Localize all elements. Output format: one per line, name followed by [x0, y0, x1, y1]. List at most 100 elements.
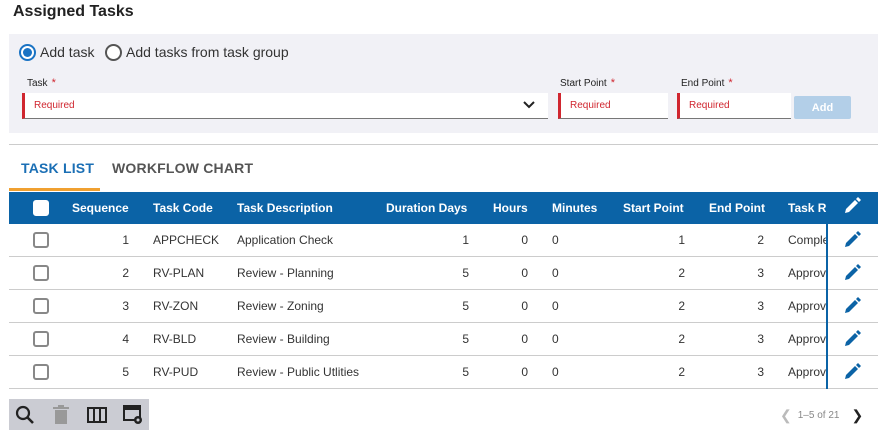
radio-selected-icon [19, 43, 36, 61]
cell-minutes: 0 [552, 266, 559, 280]
cell-hours: 0 [521, 233, 528, 247]
cell-task-result: Approv [788, 332, 826, 346]
end-point-label: End Point * [681, 77, 733, 89]
header-sequence[interactable]: Sequence [72, 201, 129, 215]
active-tab-indicator [9, 188, 100, 191]
cell-start-point: 1 [678, 233, 685, 247]
cell-end-point: 3 [757, 266, 764, 280]
cell-end-point: 3 [757, 299, 764, 313]
pagination: ❮ 1–5 of 21 ❯ [780, 407, 863, 424]
header-start-point[interactable]: Start Point [623, 201, 684, 215]
prev-page-icon[interactable]: ❮ [780, 407, 792, 424]
delete-icon [53, 405, 69, 424]
cell-start-point: 2 [678, 299, 685, 313]
radio-add-task-group[interactable]: Add tasks from task group [105, 42, 289, 62]
cell-task-result: Approv [788, 299, 826, 313]
task-label: Task * [27, 77, 56, 89]
cell-task-description: Review - Planning [237, 266, 334, 280]
cell-minutes: 0 [552, 365, 559, 379]
edit-icon[interactable] [842, 230, 862, 250]
cell-sequence: 4 [122, 332, 129, 346]
edit-icon[interactable] [842, 362, 862, 382]
cell-duration-days: 1 [462, 233, 469, 247]
cell-task-result: Comple [788, 233, 826, 247]
header-end-point[interactable]: End Point [709, 201, 765, 215]
header-task-description[interactable]: Task Description [237, 201, 333, 215]
page-title: Assigned Tasks [13, 3, 134, 20]
cell-duration-days: 5 [462, 332, 469, 346]
table-row[interactable]: 3 RV-ZON Review - Zoning 5 0 0 2 3 Approv [9, 290, 878, 323]
table-row[interactable]: 1 APPCHECK Application Check 1 0 0 1 2 Comple [9, 224, 878, 257]
row-checkbox[interactable] [33, 331, 49, 347]
header-hours[interactable]: Hours [493, 201, 528, 215]
table-row[interactable]: 5 RV-PUD Review - Public Utlities 5 0 0 2 3 Appr… [9, 356, 878, 389]
start-point-label: Start Point * [560, 77, 615, 89]
tab-workflow-chart[interactable]: WORKFLOW CHART [112, 160, 253, 176]
cell-task-result: Approv [788, 365, 826, 379]
cell-end-point: 3 [757, 365, 764, 379]
cell-task-code: RV-BLD [153, 332, 197, 346]
search-icon[interactable] [14, 404, 36, 426]
cell-start-point: 2 [678, 365, 685, 379]
cell-hours: 0 [521, 332, 528, 346]
end-point-input[interactable]: Required [677, 93, 791, 119]
cell-task-result: Approv [788, 266, 826, 280]
cell-sequence: 5 [122, 365, 129, 379]
header-duration-days[interactable]: Duration Days [386, 201, 467, 215]
cell-start-point: 2 [678, 332, 685, 346]
cell-duration-days: 5 [462, 299, 469, 313]
cell-task-description: Review - Building [237, 332, 330, 346]
task-select[interactable]: Required [22, 93, 548, 119]
cell-task-code: RV-ZON [153, 299, 199, 313]
table-toolbar [9, 399, 149, 430]
add-button[interactable]: Add [794, 96, 851, 119]
cell-task-code: APPCHECK [153, 233, 220, 247]
cell-sequence: 1 [122, 233, 129, 247]
cell-start-point: 2 [678, 266, 685, 280]
cell-minutes: 0 [552, 233, 559, 247]
start-point-input[interactable]: Required [558, 93, 668, 119]
header-task-code[interactable]: Task Code [153, 201, 213, 215]
row-checkbox[interactable] [33, 232, 49, 248]
header-minutes[interactable]: Minutes [552, 201, 597, 215]
cell-end-point: 3 [757, 332, 764, 346]
page-range: 1–5 of 21 [797, 410, 840, 421]
edit-icon[interactable] [842, 263, 862, 283]
divider [9, 144, 878, 145]
cell-sequence: 2 [122, 266, 129, 280]
cell-task-code: RV-PLAN [153, 266, 205, 280]
cell-task-description: Application Check [237, 233, 334, 247]
next-page-icon[interactable]: ❯ [851, 407, 863, 424]
table-row[interactable]: 4 RV-BLD Review - Building 5 0 0 2 3 Approv [9, 323, 878, 356]
cell-sequence: 3 [122, 299, 129, 313]
cell-task-description: Review - Public Utlities [237, 365, 360, 379]
cell-duration-days: 5 [462, 365, 469, 379]
cell-task-description: Review - Zoning [237, 299, 324, 313]
edit-icon[interactable] [842, 296, 862, 316]
cell-duration-days: 5 [462, 266, 469, 280]
cell-minutes: 0 [552, 299, 559, 313]
cell-minutes: 0 [552, 332, 559, 346]
header-task-result[interactable]: Task R [788, 201, 826, 215]
add-task-panel: Add task Add tasks from task group Task *… [9, 34, 878, 133]
columns-icon[interactable] [86, 404, 108, 426]
tab-task-list[interactable]: TASK LIST [21, 160, 94, 176]
frozen-column-divider [826, 224, 828, 389]
chevron-down-icon [523, 101, 535, 109]
cell-hours: 0 [521, 266, 528, 280]
cell-hours: 0 [521, 365, 528, 379]
radio-unselected-icon [105, 43, 122, 61]
row-checkbox[interactable] [33, 298, 49, 314]
cell-end-point: 2 [757, 233, 764, 247]
table-header: Sequence Task Code Task Description Dura… [9, 192, 878, 224]
radio-add-task[interactable]: Add task [19, 42, 94, 62]
edit-icon [845, 197, 861, 213]
select-all-checkbox[interactable] [33, 200, 49, 216]
table-settings-icon[interactable] [122, 404, 144, 426]
cell-task-code: RV-PUD [153, 365, 199, 379]
row-checkbox[interactable] [33, 265, 49, 281]
edit-icon[interactable] [842, 329, 862, 349]
cell-hours: 0 [521, 299, 528, 313]
row-checkbox[interactable] [33, 364, 49, 380]
table-row[interactable]: 2 RV-PLAN Review - Planning 5 0 0 2 3 Approv [9, 257, 878, 290]
